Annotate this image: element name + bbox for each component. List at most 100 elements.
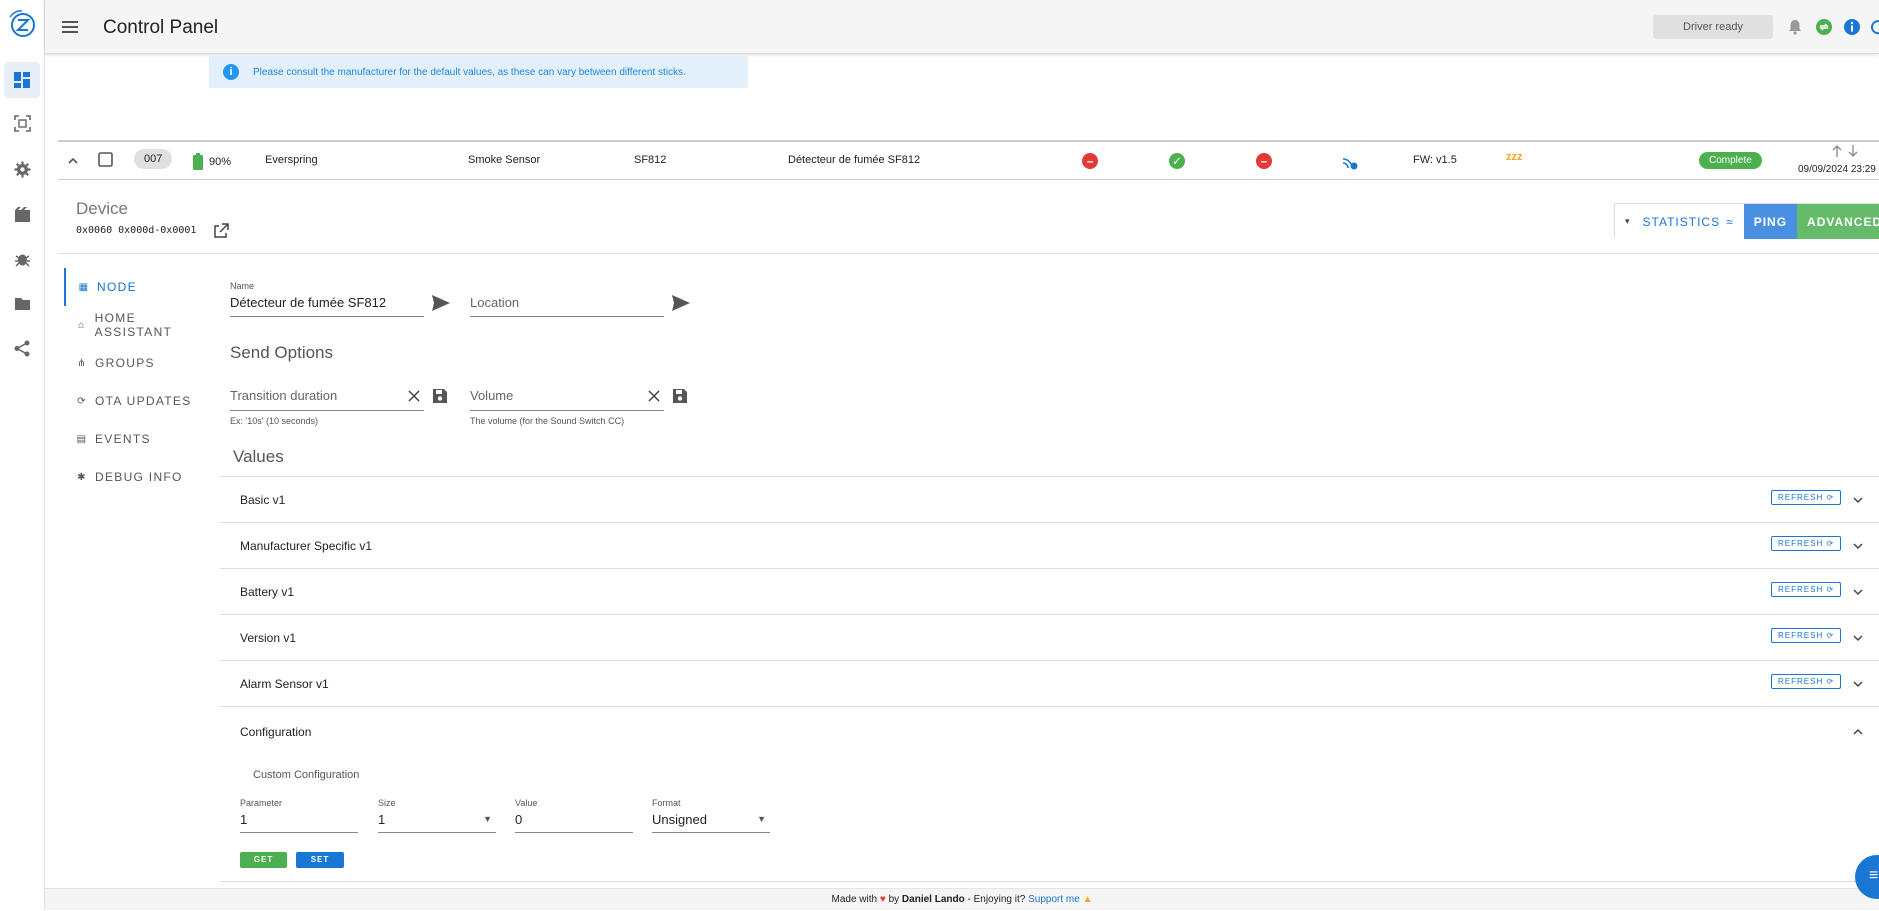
- debug-bug-icon[interactable]: [10, 246, 35, 271]
- send-location-icon[interactable]: [671, 293, 691, 313]
- value-field[interactable]: Value 0: [515, 798, 633, 833]
- tab-label: DEBUG INFO: [95, 470, 183, 484]
- transition-duration-field[interactable]: Transition duration: [230, 386, 424, 411]
- save-transition-icon[interactable]: [432, 388, 448, 404]
- tab-label: EVENTS: [95, 432, 151, 446]
- advanced-button[interactable]: ADVANCED: [1797, 204, 1879, 239]
- network-graph-icon[interactable]: [10, 336, 35, 361]
- size-value: 1: [378, 812, 386, 827]
- bell-icon[interactable]: [1786, 18, 1804, 36]
- location-placeholder: Location: [470, 295, 520, 310]
- refresh-button[interactable]: REFRESH ⟳: [1771, 536, 1842, 551]
- scenes-icon[interactable]: [10, 202, 35, 227]
- ping-button[interactable]: PING: [1743, 204, 1798, 239]
- expand-chevron-icon[interactable]: [1851, 585, 1865, 599]
- dropdown-caret-icon: ▼: [483, 814, 492, 824]
- node-product: Smoke Sensor: [468, 154, 541, 166]
- open-external-icon[interactable]: [213, 222, 230, 239]
- chart-trend-icon: ≈: [1726, 214, 1734, 229]
- ready-check-icon: ✓: [1169, 153, 1185, 169]
- groups-icon: ⋔: [77, 357, 87, 369]
- expand-chevron-icon[interactable]: [1851, 677, 1865, 691]
- tab-debug-info[interactable]: ✱ DEBUG INFO: [64, 458, 214, 496]
- volume-field[interactable]: Volume: [470, 386, 664, 411]
- collapse-chevron-icon[interactable]: [67, 155, 79, 167]
- firmware-version: FW: v1.5: [1413, 154, 1457, 166]
- value-label: Value: [515, 798, 538, 808]
- node-tabs: ▦ NODE ⌂ HOME ASSISTANT ⋔ GROUPS ⟳ OTA UPDAT…: [64, 268, 214, 496]
- folder-icon[interactable]: [10, 291, 35, 316]
- statistics-button[interactable]: ▾ STATISTICS ≈: [1615, 204, 1744, 239]
- tab-groups[interactable]: ⋔ GROUPS: [64, 344, 214, 382]
- save-volume-icon[interactable]: [672, 388, 688, 404]
- tab-home-assistant[interactable]: ⌂ HOME ASSISTANT: [64, 306, 214, 344]
- format-label: Format: [652, 798, 681, 808]
- refresh-button[interactable]: REFRESH ⟳: [1771, 490, 1842, 505]
- dashboard-icon[interactable]: [4, 62, 40, 98]
- tab-ota-updates[interactable]: ⟳ OTA UPDATES: [64, 382, 214, 420]
- cc-panel-battery[interactable]: Battery v1 REFRESH ⟳: [220, 568, 1879, 614]
- expand-chevron-icon[interactable]: [1851, 493, 1865, 507]
- node-id-badge: 007: [134, 149, 173, 169]
- transition-hint: Ex: '10s' (10 seconds): [230, 416, 318, 426]
- node-name: Détecteur de fumée SF812: [788, 154, 921, 166]
- sort-arrows-icon[interactable]: [1831, 144, 1861, 158]
- hamburger-menu-icon[interactable]: [59, 16, 81, 38]
- nav-rail: [0, 0, 45, 910]
- cc-title: Battery v1: [240, 585, 295, 599]
- driver-status-badge: Driver ready: [1653, 15, 1773, 39]
- refresh-label: REFRESH: [1778, 539, 1824, 548]
- update-available-icon[interactable]: [1869, 18, 1879, 36]
- support-link[interactable]: Support me: [1028, 894, 1080, 905]
- clear-transition-icon[interactable]: [407, 389, 421, 403]
- home-icon: ⌂: [78, 319, 86, 331]
- expand-chevron-icon[interactable]: [1851, 539, 1865, 553]
- cc-panel-basic[interactable]: Basic v1 REFRESH ⟳: [220, 476, 1879, 522]
- refresh-label: REFRESH: [1778, 493, 1824, 502]
- tab-events[interactable]: ▤ EVENTS: [64, 420, 214, 458]
- cc-panel-manufacturer-specific[interactable]: Manufacturer Specific v1 REFRESH ⟳: [220, 522, 1879, 568]
- zwave-logo-icon[interactable]: [7, 8, 37, 38]
- footer-author: Daniel Lando: [901, 894, 965, 905]
- battery-level: 90%: [209, 156, 232, 168]
- refresh-button[interactable]: REFRESH ⟳: [1771, 628, 1842, 643]
- cc-title: Version v1: [240, 631, 297, 645]
- get-button[interactable]: GET: [240, 852, 287, 868]
- expand-chevron-icon[interactable]: [1851, 631, 1865, 645]
- node-table-row[interactable]: 007 90% Everspring Smoke Sensor SF812 Dé…: [58, 140, 1879, 180]
- tab-node[interactable]: ▦ NODE: [64, 268, 214, 306]
- info-icon[interactable]: [1843, 18, 1861, 36]
- cc-panel-alarm-sensor[interactable]: Alarm Sensor v1 REFRESH ⟳: [220, 660, 1879, 706]
- name-field[interactable]: Name Détecteur de fumée SF812: [230, 281, 424, 317]
- cc-panel-configuration: Configuration: [220, 706, 1879, 882]
- device-id: 0x0060 0x000d-0x0001: [76, 225, 197, 236]
- dropdown-caret-icon: ▼: [757, 814, 766, 824]
- row-checkbox[interactable]: [98, 152, 113, 167]
- app-bar: Control Panel Driver ready: [45, 0, 1879, 54]
- refresh-button[interactable]: REFRESH ⟳: [1771, 674, 1842, 689]
- parameter-field[interactable]: Parameter 1: [240, 798, 358, 833]
- refresh-button[interactable]: REFRESH ⟳: [1771, 582, 1842, 597]
- divider: [58, 253, 1879, 254]
- settings-gear-icon[interactable]: [10, 157, 35, 182]
- collapse-chevron-icon[interactable]: [1851, 725, 1865, 739]
- format-select[interactable]: Format Unsigned ▼: [652, 798, 770, 833]
- values-title: Values: [233, 447, 284, 466]
- send-name-icon[interactable]: [431, 293, 451, 313]
- volume-hint: The volume (for the Sound Switch CC): [470, 416, 625, 426]
- info-alert-icon: i: [223, 64, 239, 80]
- refresh-label: REFRESH: [1778, 631, 1824, 640]
- size-select[interactable]: Size 1 ▼: [378, 798, 496, 833]
- sync-status-icon[interactable]: [1815, 18, 1833, 36]
- cc-title: Manufacturer Specific v1: [240, 539, 373, 553]
- cc-panel-version[interactable]: Version v1 REFRESH ⟳: [220, 614, 1879, 660]
- battery-icon: [193, 153, 203, 170]
- tab-label: OTA UPDATES: [95, 394, 192, 408]
- configuration-title[interactable]: Configuration: [240, 725, 311, 739]
- interview-status-badge: Complete: [1699, 152, 1762, 169]
- location-field[interactable]: Location: [470, 291, 664, 317]
- qr-scan-icon[interactable]: [10, 111, 35, 136]
- set-button[interactable]: SET: [296, 852, 344, 868]
- clear-volume-icon[interactable]: [647, 389, 661, 403]
- refresh-label: REFRESH: [1778, 585, 1824, 594]
